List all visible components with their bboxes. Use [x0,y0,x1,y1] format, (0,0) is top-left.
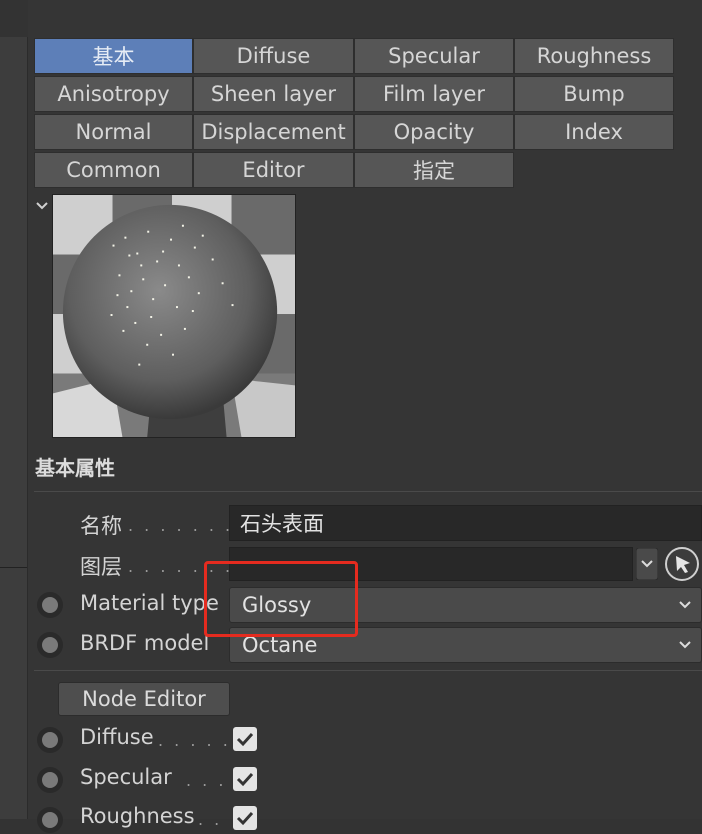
roughness-label: Roughness [80,804,195,828]
tab-common[interactable]: Common [34,152,193,188]
left-panel-edge [0,37,28,819]
diffuse-dots: . . . . . [158,731,231,750]
section-divider-2 [34,670,702,671]
tab-bump[interactable]: Bump [514,76,674,112]
annotation-highlight-box [204,561,358,637]
tab-diffuse[interactable]: Diffuse [193,38,354,74]
section-divider [34,491,702,492]
material-type-label: Material type [80,591,219,615]
tab-basic[interactable]: 基本 [34,38,193,74]
layer-dropdown-chevron-icon[interactable] [636,548,658,580]
material-type-anim-radio-icon[interactable] [36,591,64,619]
chevron-down-icon[interactable] [35,199,49,213]
tab-normal[interactable]: Normal [34,114,193,150]
diffuse-label: Diffuse [80,725,154,749]
roughness-dots: . . [198,810,223,829]
layer-label: 图层 [80,555,122,579]
tab-specular[interactable]: Specular [354,38,514,74]
tab-sheen-layer[interactable]: Sheen layer [193,76,354,112]
node-editor-button[interactable]: Node Editor [58,682,230,716]
specular-dots: . . . [186,771,227,790]
specular-label: Specular [80,765,172,789]
material-preview-image [52,194,296,438]
diffuse-checkbox[interactable] [233,727,257,751]
specular-checkbox[interactable] [233,767,257,791]
chevron-down-icon [679,601,691,609]
diffuse-anim-radio-icon[interactable] [36,726,64,754]
tab-editor[interactable]: Editor [193,152,354,188]
name-dots: . . . . . . . [128,516,234,535]
brdf-model-anim-radio-icon[interactable] [36,631,64,659]
section-title: 基本属性 [35,456,115,480]
brdf-model-label: BRDF model [80,631,210,655]
name-label: 名称 [80,514,122,538]
tab-film-layer[interactable]: Film layer [354,76,514,112]
roughness-checkbox[interactable] [233,806,257,830]
tab-roughness[interactable]: Roughness [514,38,674,74]
tab-displacement[interactable]: Displacement [193,114,354,150]
tab-opacity[interactable]: Opacity [354,114,514,150]
roughness-anim-radio-icon[interactable] [36,806,64,834]
tab-anisotropy[interactable]: Anisotropy [34,76,193,112]
tab-index[interactable]: Index [514,114,674,150]
name-field[interactable]: 石头表面 [229,505,702,541]
tab-assign[interactable]: 指定 [354,152,514,188]
specular-anim-radio-icon[interactable] [36,766,64,794]
chevron-down-icon [679,641,691,649]
pick-cursor-icon[interactable] [664,546,700,582]
